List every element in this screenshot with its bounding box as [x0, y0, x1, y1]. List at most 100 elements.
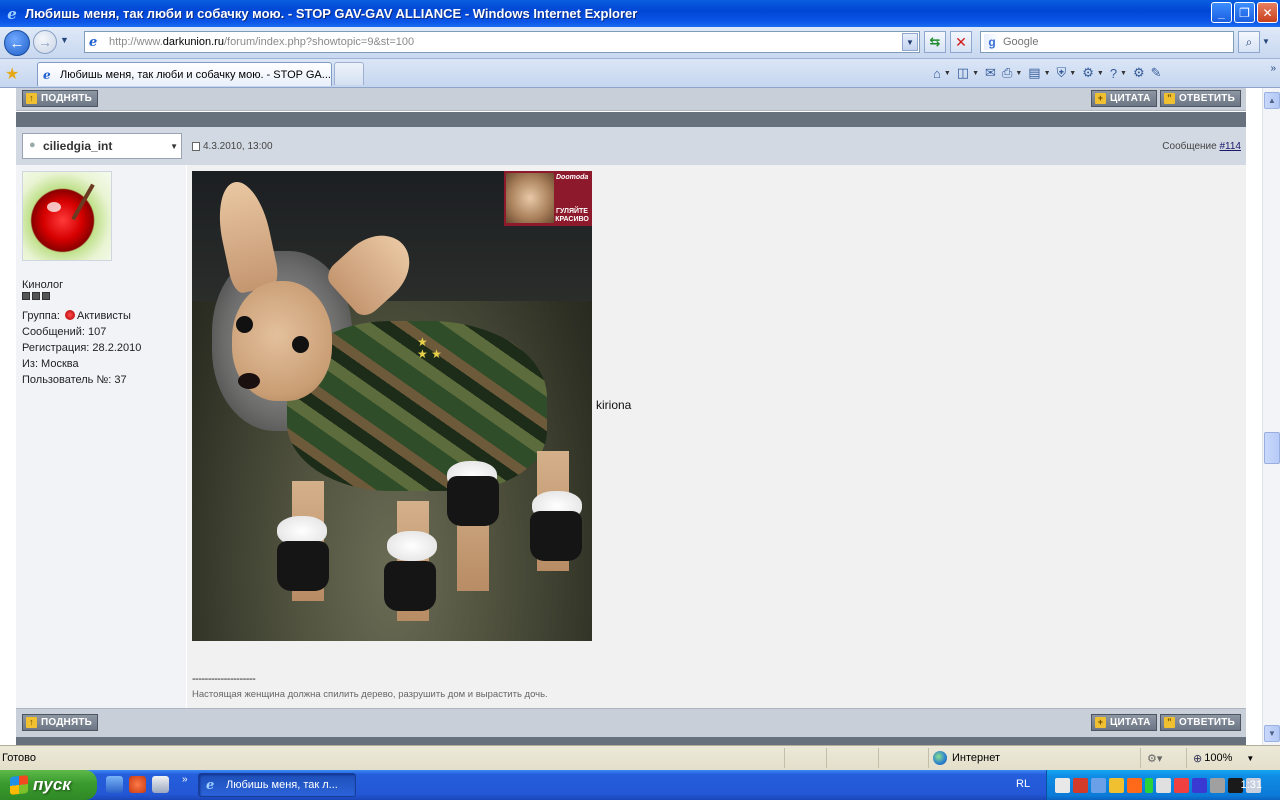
url-text[interactable]: http://www.darkunion.ru/forum/index.php?… — [109, 36, 414, 48]
taskbar-ie-window[interactable]: e Любишь меня, так л... — [198, 773, 356, 797]
tray-icon[interactable] — [1127, 777, 1142, 793]
post-number: Сообщение #114 — [1162, 141, 1241, 152]
chevron-down-icon: ▼ — [1015, 69, 1023, 77]
status-bar: Готово Интернет ⚙▾ ⊕ 100% ▼ — [0, 745, 1280, 770]
user-from: Из: Москва — [22, 358, 79, 370]
post-number-link[interactable]: #114 — [1219, 141, 1241, 152]
address-dropdown-button[interactable]: ▼ — [902, 33, 918, 51]
language-indicator[interactable]: RL — [1016, 778, 1030, 790]
opera-icon[interactable] — [129, 776, 146, 793]
help-icon: ? — [1109, 65, 1118, 81]
stop-button[interactable]: ✕ — [950, 31, 972, 53]
post-divider — [16, 112, 1246, 127]
post-image-dog[interactable]: ★ ★ ★ Doomoda ГУЛЯЙТЕ КРАСИВО — [192, 171, 592, 641]
status-text: Готово — [2, 752, 36, 764]
tray-icon[interactable] — [1109, 777, 1124, 793]
arrow-up-icon: ↑ — [26, 717, 37, 728]
mail-button[interactable]: ✉ — [982, 63, 999, 83]
zoom-icon: ⊕ — [1193, 752, 1203, 765]
chevron-down-icon: ▼ — [906, 37, 914, 47]
home-icon: ⌂ — [933, 65, 941, 81]
search-button[interactable]: ⌕ — [1238, 31, 1260, 53]
mail-icon: ✉ — [985, 65, 996, 80]
quote-button-bottom[interactable]: + ЦИТАТА — [1091, 714, 1157, 731]
reply-button[interactable]: ” ОТВЕТИТЬ — [1160, 90, 1241, 107]
desktop-icon[interactable] — [152, 776, 169, 793]
windows-flag-icon — [10, 775, 28, 795]
avatar — [22, 171, 112, 261]
tray-icon[interactable] — [1174, 777, 1189, 793]
research-button[interactable]: ✎ — [1148, 63, 1165, 83]
ie-icon: e — [7, 4, 17, 23]
address-bar[interactable]: e http://www.darkunion.ru/forum/index.ph… — [84, 31, 920, 53]
home-button[interactable]: ⌂ ▼ — [930, 63, 954, 83]
search-box[interactable]: g — [980, 31, 1234, 53]
chevron-down-icon: ▼ — [943, 69, 951, 77]
back-button[interactable]: ← — [4, 30, 30, 56]
reply-button-bottom[interactable]: ” ОТВЕТИТЬ — [1160, 714, 1241, 731]
document-icon — [192, 142, 200, 151]
search-options-dropdown[interactable]: ▼ — [1262, 37, 1270, 46]
feeds-button[interactable]: ◫ ▼ — [954, 63, 982, 83]
user-number: Пользователь №: 37 — [22, 374, 127, 386]
page-menu-icon: ▤ — [1028, 65, 1041, 80]
protected-mode-icon: ⚙▾ — [1147, 752, 1163, 765]
scroll-thumb[interactable] — [1264, 432, 1280, 464]
user-icon: ● — [29, 139, 36, 151]
favorites-star-icon[interactable]: ★ — [5, 64, 19, 84]
page-menu-button[interactable]: ▤ ▼ — [1025, 63, 1053, 83]
chevron-right-icon[interactable]: » — [182, 774, 188, 785]
tray-icon[interactable] — [1055, 777, 1070, 793]
scroll-down-button[interactable]: ▼ — [1264, 725, 1280, 742]
settings-button[interactable]: ⚙ — [1130, 63, 1148, 83]
rss-icon: ◫ — [956, 65, 970, 80]
user-group: Группа: Активисты — [22, 310, 131, 322]
quick-launch-icon[interactable] — [106, 776, 123, 793]
scroll-up-button[interactable]: ▲ — [1264, 92, 1280, 109]
search-input[interactable] — [1003, 36, 1223, 48]
chevron-down-icon: ▼ — [1043, 69, 1051, 77]
maximize-button[interactable]: ❐ — [1234, 2, 1255, 23]
help-button[interactable]: ? ▼ — [1107, 63, 1130, 83]
tray-icon[interactable] — [1091, 777, 1106, 793]
ad-badge[interactable]: Doomoda ГУЛЯЙТЕ КРАСИВО — [504, 171, 592, 226]
system-tray: 1:31 — [1046, 770, 1280, 800]
author-sidebar: Кинолог Группа: Активисты Сообщений: 107… — [16, 165, 186, 708]
post-date: 4.3.2010, 13:00 — [192, 141, 273, 152]
print-button[interactable]: ⎙ ▼ — [999, 63, 1025, 83]
ie-icon: e — [206, 777, 215, 793]
refresh-button[interactable]: ⇆ — [924, 31, 946, 53]
zoom-control[interactable]: ⊕ 100% ▼ — [1186, 748, 1266, 768]
close-button[interactable]: ✕ — [1257, 2, 1278, 23]
safety-button[interactable]: ⛨ ▼ — [1054, 63, 1080, 83]
tray-icon[interactable] — [1210, 777, 1225, 793]
start-button[interactable]: пуск — [0, 770, 97, 800]
protected-mode[interactable]: ⚙▾ — [1140, 748, 1184, 768]
up-button-bottom[interactable]: ↑ ПОДНЯТЬ — [22, 714, 99, 731]
vertical-scrollbar[interactable]: ▲ ▼ — [1262, 88, 1280, 745]
user-registered: Регистрация: 28.2.2010 — [22, 342, 142, 354]
tools-button[interactable]: ⚙ ▼ — [1079, 63, 1107, 83]
group-icon — [64, 310, 75, 320]
post-divider-bottom — [16, 737, 1246, 745]
up-button[interactable]: ↑ ПОДНЯТЬ — [22, 90, 99, 107]
tab-active[interactable]: e Любишь меня, так люби и собачку мою. -… — [37, 62, 332, 86]
quote-icon: ” — [1164, 93, 1175, 104]
author-name: ciliedgia_int — [43, 139, 113, 153]
chevron-right-icon[interactable]: » — [1270, 63, 1276, 74]
tray-icon[interactable] — [1145, 777, 1153, 793]
globe-icon — [933, 751, 947, 765]
arrow-up-icon: ↑ — [26, 93, 37, 104]
quote-button[interactable]: + ЦИТАТА — [1091, 90, 1157, 107]
new-tab-button[interactable] — [334, 62, 364, 85]
minimize-button[interactable]: _ — [1211, 2, 1232, 23]
tray-icon[interactable] — [1156, 777, 1171, 793]
forward-button[interactable]: → — [33, 30, 57, 54]
author-dropdown[interactable]: ● ciliedgia_int ▼ — [22, 133, 182, 159]
history-dropdown[interactable]: ▼ — [60, 35, 69, 45]
window-title: Любишь меня, так люби и собачку мою. - S… — [25, 6, 638, 21]
chevron-down-icon: ▼ — [170, 142, 178, 151]
tray-icon[interactable] — [1192, 777, 1207, 793]
tray-icon[interactable] — [1073, 777, 1088, 793]
window-titlebar: e Любишь меня, так люби и собачку мою. -… — [0, 0, 1280, 27]
